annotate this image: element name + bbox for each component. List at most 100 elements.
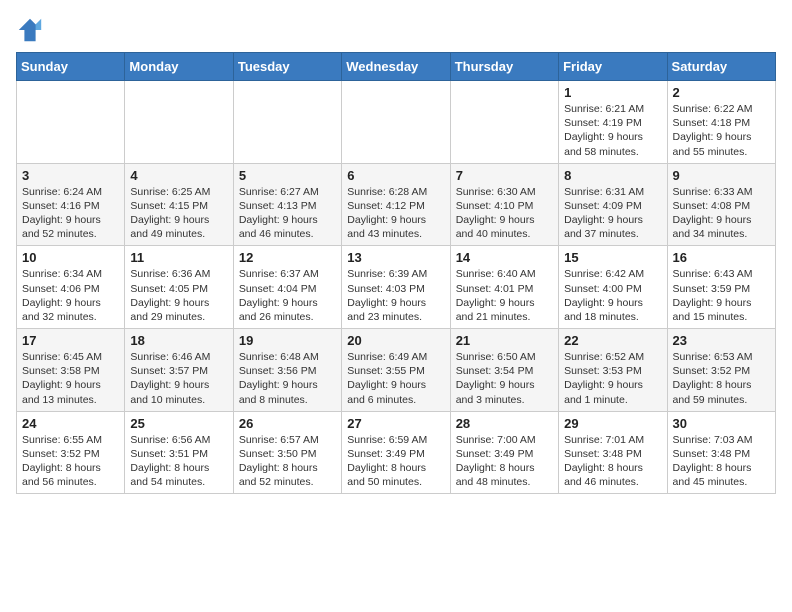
day-number: 22 (564, 333, 661, 348)
day-number: 1 (564, 85, 661, 100)
calendar-cell: 19 Sunrise: 6:48 AM Sunset: 3:56 PM Dayli… (233, 329, 341, 412)
day-number: 19 (239, 333, 336, 348)
day-number: 30 (673, 416, 770, 431)
calendar-cell: 4 Sunrise: 6:25 AM Sunset: 4:15 PM Daylig… (125, 163, 233, 246)
calendar-cell: 13 Sunrise: 6:39 AM Sunset: 4:03 PM Dayli… (342, 246, 450, 329)
day-info: Sunrise: 6:53 AM Sunset: 3:52 PM Dayligh… (673, 350, 770, 407)
day-info: Sunrise: 6:36 AM Sunset: 4:05 PM Dayligh… (130, 267, 227, 324)
day-info: Sunrise: 6:37 AM Sunset: 4:04 PM Dayligh… (239, 267, 336, 324)
logo-icon (16, 16, 44, 44)
day-number: 3 (22, 168, 119, 183)
calendar-cell: 10 Sunrise: 6:34 AM Sunset: 4:06 PM Dayli… (17, 246, 125, 329)
calendar-cell: 30 Sunrise: 7:03 AM Sunset: 3:48 PM Dayli… (667, 411, 775, 494)
day-info: Sunrise: 6:28 AM Sunset: 4:12 PM Dayligh… (347, 185, 444, 242)
day-info: Sunrise: 6:33 AM Sunset: 4:08 PM Dayligh… (673, 185, 770, 242)
day-number: 9 (673, 168, 770, 183)
day-number: 23 (673, 333, 770, 348)
day-number: 29 (564, 416, 661, 431)
calendar-cell: 25 Sunrise: 6:56 AM Sunset: 3:51 PM Dayli… (125, 411, 233, 494)
day-number: 21 (456, 333, 553, 348)
day-info: Sunrise: 6:39 AM Sunset: 4:03 PM Dayligh… (347, 267, 444, 324)
day-info: Sunrise: 7:03 AM Sunset: 3:48 PM Dayligh… (673, 433, 770, 490)
day-info: Sunrise: 6:21 AM Sunset: 4:19 PM Dayligh… (564, 102, 661, 159)
day-number: 7 (456, 168, 553, 183)
day-number: 26 (239, 416, 336, 431)
day-number: 4 (130, 168, 227, 183)
day-number: 10 (22, 250, 119, 265)
logo (16, 16, 48, 44)
day-number: 20 (347, 333, 444, 348)
day-info: Sunrise: 6:49 AM Sunset: 3:55 PM Dayligh… (347, 350, 444, 407)
calendar-cell (342, 81, 450, 164)
calendar-cell: 23 Sunrise: 6:53 AM Sunset: 3:52 PM Dayli… (667, 329, 775, 412)
day-info: Sunrise: 6:43 AM Sunset: 3:59 PM Dayligh… (673, 267, 770, 324)
calendar-cell: 12 Sunrise: 6:37 AM Sunset: 4:04 PM Dayli… (233, 246, 341, 329)
day-number: 14 (456, 250, 553, 265)
calendar: SundayMondayTuesdayWednesdayThursdayFrid… (16, 52, 776, 494)
calendar-cell: 1 Sunrise: 6:21 AM Sunset: 4:19 PM Daylig… (559, 81, 667, 164)
calendar-cell: 16 Sunrise: 6:43 AM Sunset: 3:59 PM Dayli… (667, 246, 775, 329)
day-number: 28 (456, 416, 553, 431)
day-number: 27 (347, 416, 444, 431)
calendar-header-wednesday: Wednesday (342, 53, 450, 81)
calendar-header-thursday: Thursday (450, 53, 558, 81)
day-info: Sunrise: 6:27 AM Sunset: 4:13 PM Dayligh… (239, 185, 336, 242)
day-info: Sunrise: 6:46 AM Sunset: 3:57 PM Dayligh… (130, 350, 227, 407)
calendar-cell: 27 Sunrise: 6:59 AM Sunset: 3:49 PM Dayli… (342, 411, 450, 494)
calendar-cell (125, 81, 233, 164)
day-info: Sunrise: 6:40 AM Sunset: 4:01 PM Dayligh… (456, 267, 553, 324)
calendar-cell (233, 81, 341, 164)
day-info: Sunrise: 6:31 AM Sunset: 4:09 PM Dayligh… (564, 185, 661, 242)
calendar-cell: 7 Sunrise: 6:30 AM Sunset: 4:10 PM Daylig… (450, 163, 558, 246)
calendar-cell: 26 Sunrise: 6:57 AM Sunset: 3:50 PM Dayli… (233, 411, 341, 494)
day-number: 24 (22, 416, 119, 431)
calendar-cell: 17 Sunrise: 6:45 AM Sunset: 3:58 PM Dayli… (17, 329, 125, 412)
day-number: 13 (347, 250, 444, 265)
day-number: 12 (239, 250, 336, 265)
calendar-cell: 11 Sunrise: 6:36 AM Sunset: 4:05 PM Dayli… (125, 246, 233, 329)
calendar-cell: 8 Sunrise: 6:31 AM Sunset: 4:09 PM Daylig… (559, 163, 667, 246)
day-number: 17 (22, 333, 119, 348)
day-info: Sunrise: 6:50 AM Sunset: 3:54 PM Dayligh… (456, 350, 553, 407)
calendar-cell: 2 Sunrise: 6:22 AM Sunset: 4:18 PM Daylig… (667, 81, 775, 164)
day-info: Sunrise: 7:01 AM Sunset: 3:48 PM Dayligh… (564, 433, 661, 490)
day-info: Sunrise: 6:57 AM Sunset: 3:50 PM Dayligh… (239, 433, 336, 490)
day-number: 5 (239, 168, 336, 183)
calendar-header-sunday: Sunday (17, 53, 125, 81)
calendar-cell: 3 Sunrise: 6:24 AM Sunset: 4:16 PM Daylig… (17, 163, 125, 246)
day-number: 2 (673, 85, 770, 100)
calendar-header-saturday: Saturday (667, 53, 775, 81)
calendar-cell: 22Sunrise: 6:52 AM Sunset: 3:53 PM Dayli… (559, 329, 667, 412)
day-info: Sunrise: 6:24 AM Sunset: 4:16 PM Dayligh… (22, 185, 119, 242)
day-info: Sunrise: 6:59 AM Sunset: 3:49 PM Dayligh… (347, 433, 444, 490)
calendar-header-monday: Monday (125, 53, 233, 81)
day-info: Sunrise: 6:25 AM Sunset: 4:15 PM Dayligh… (130, 185, 227, 242)
day-number: 11 (130, 250, 227, 265)
day-number: 25 (130, 416, 227, 431)
day-info: Sunrise: 6:45 AM Sunset: 3:58 PM Dayligh… (22, 350, 119, 407)
day-number: 8 (564, 168, 661, 183)
day-info: Sunrise: 6:55 AM Sunset: 3:52 PM Dayligh… (22, 433, 119, 490)
calendar-cell: 5 Sunrise: 6:27 AM Sunset: 4:13 PM Daylig… (233, 163, 341, 246)
day-number: 16 (673, 250, 770, 265)
day-info: Sunrise: 6:22 AM Sunset: 4:18 PM Dayligh… (673, 102, 770, 159)
day-number: 6 (347, 168, 444, 183)
day-info: Sunrise: 6:48 AM Sunset: 3:56 PM Dayligh… (239, 350, 336, 407)
calendar-header-tuesday: Tuesday (233, 53, 341, 81)
day-info: Sunrise: 7:00 AM Sunset: 3:49 PM Dayligh… (456, 433, 553, 490)
calendar-cell: 29 Sunrise: 7:01 AM Sunset: 3:48 PM Dayli… (559, 411, 667, 494)
calendar-cell (17, 81, 125, 164)
calendar-cell: 14 Sunrise: 6:40 AM Sunset: 4:01 PM Dayli… (450, 246, 558, 329)
calendar-cell: 6 Sunrise: 6:28 AM Sunset: 4:12 PM Daylig… (342, 163, 450, 246)
day-number: 15 (564, 250, 661, 265)
day-number: 18 (130, 333, 227, 348)
calendar-cell: 28 Sunrise: 7:00 AM Sunset: 3:49 PM Dayli… (450, 411, 558, 494)
day-info: Sunrise: 6:30 AM Sunset: 4:10 PM Dayligh… (456, 185, 553, 242)
calendar-cell: 15Sunrise: 6:42 AM Sunset: 4:00 PM Dayli… (559, 246, 667, 329)
calendar-cell: 18 Sunrise: 6:46 AM Sunset: 3:57 PM Dayli… (125, 329, 233, 412)
calendar-cell: 9 Sunrise: 6:33 AM Sunset: 4:08 PM Daylig… (667, 163, 775, 246)
day-info: Sunrise: 6:34 AM Sunset: 4:06 PM Dayligh… (22, 267, 119, 324)
calendar-cell: 24 Sunrise: 6:55 AM Sunset: 3:52 PM Dayli… (17, 411, 125, 494)
day-info: Sunrise: 6:56 AM Sunset: 3:51 PM Dayligh… (130, 433, 227, 490)
calendar-cell (450, 81, 558, 164)
